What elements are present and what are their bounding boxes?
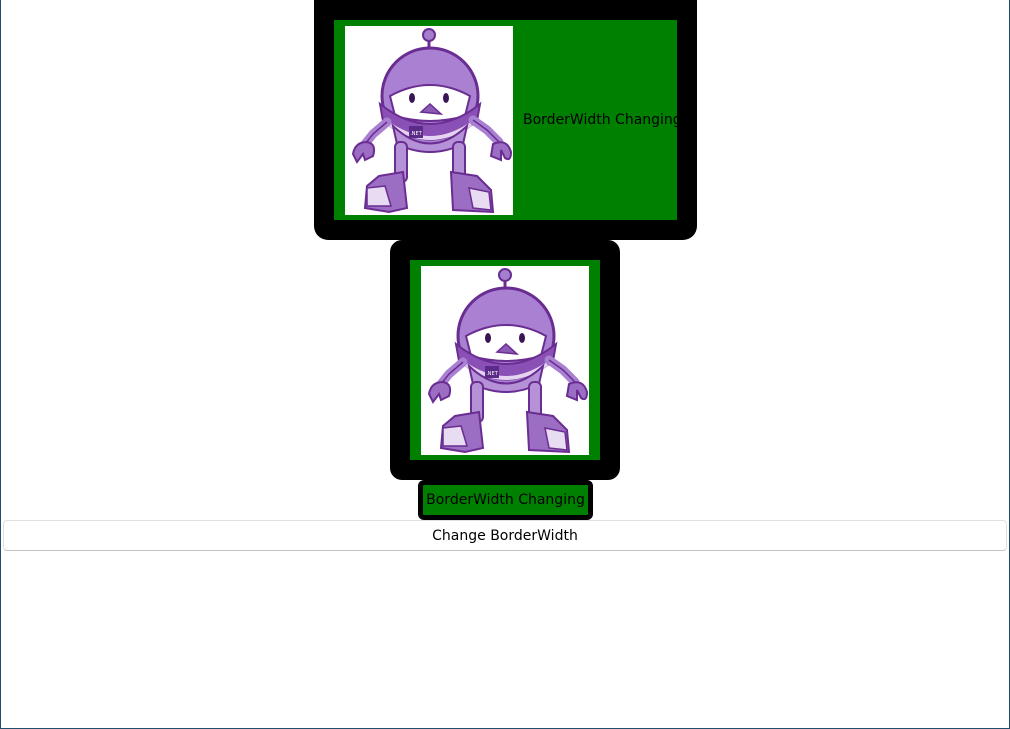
border-with-image-and-caption: BorderWidth Changing — [314, 0, 697, 240]
dotnet-bot-icon — [345, 26, 513, 215]
border-caption: BorderWidth Changing — [426, 492, 585, 508]
dotnet-bot-image — [421, 265, 589, 455]
dotnet-bot-icon — [421, 266, 589, 455]
border-caption: BorderWidth Changing — [523, 112, 682, 128]
change-border-width-button[interactable]: Change BorderWidth — [3, 520, 1007, 551]
dotnet-bot-image — [345, 25, 513, 215]
border-with-caption: BorderWidth Changing — [418, 480, 593, 520]
border-with-image — [390, 240, 620, 480]
